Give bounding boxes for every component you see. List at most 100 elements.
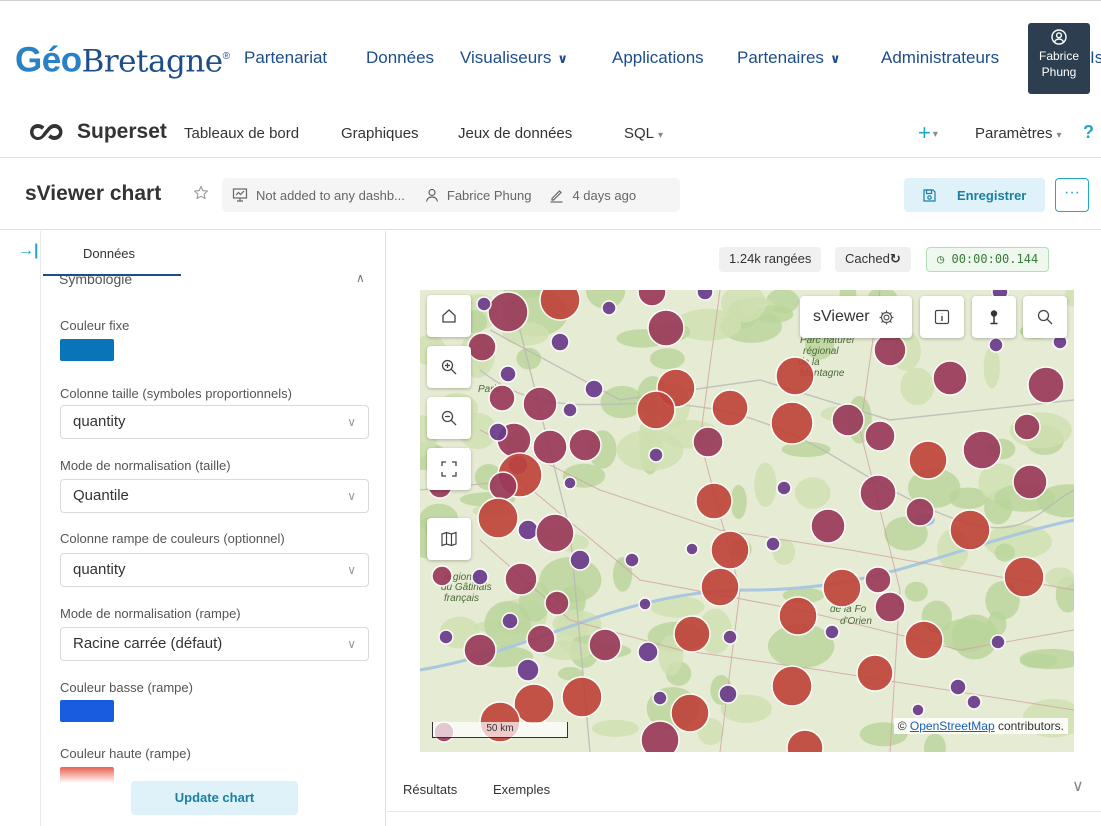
map-search-button[interactable] <box>1023 296 1067 338</box>
map-marker[interactable] <box>438 629 454 645</box>
map-marker[interactable] <box>710 530 750 570</box>
map-marker[interactable] <box>718 684 738 704</box>
map-marker[interactable] <box>949 509 991 551</box>
map-marker[interactable] <box>601 300 617 316</box>
sviewer-settings-button[interactable]: sViewer <box>800 296 912 338</box>
map-marker[interactable] <box>535 513 575 553</box>
map-marker[interactable] <box>988 337 1004 353</box>
map-marker[interactable] <box>561 676 603 718</box>
ramp-column-select[interactable]: quantity ∨ <box>60 553 369 587</box>
map-marker[interactable] <box>569 549 591 571</box>
map-marker[interactable] <box>526 624 556 654</box>
fullscreen-button[interactable] <box>427 448 471 490</box>
map-marker[interactable] <box>532 429 568 465</box>
nav-partenaires[interactable]: Partenaires ∨ <box>737 48 841 68</box>
zoom-out-button[interactable] <box>427 397 471 439</box>
help-icon[interactable]: ? <box>1083 122 1094 143</box>
map-marker[interactable] <box>647 309 685 347</box>
map-marker[interactable] <box>778 596 818 636</box>
map-marker[interactable] <box>471 568 489 586</box>
map-marker[interactable] <box>864 420 896 452</box>
nav-donnees[interactable]: Données <box>366 48 434 68</box>
map-marker[interactable] <box>692 426 724 458</box>
map-marker[interactable] <box>638 597 652 611</box>
map-marker[interactable] <box>949 678 967 696</box>
size-normalisation-select[interactable]: Quantile ∨ <box>60 479 369 513</box>
fixed-color-swatch[interactable] <box>60 339 114 361</box>
menu-sql[interactable]: SQL ▾ <box>624 125 663 142</box>
tab-donnees[interactable]: Données <box>83 246 135 261</box>
map-marker[interactable] <box>1013 413 1041 441</box>
chevron-up-icon[interactable]: ∧ <box>356 271 365 285</box>
map-marker[interactable] <box>822 568 862 608</box>
superset-logo[interactable]: Superset <box>25 120 167 144</box>
map-marker[interactable] <box>696 290 714 301</box>
collapse-panel-icon[interactable]: →| <box>18 242 38 260</box>
map-marker[interactable] <box>488 384 516 412</box>
map-marker[interactable] <box>831 403 865 437</box>
locate-button[interactable] <box>972 296 1016 338</box>
settings-menu[interactable]: Paramètres ▾ <box>975 125 1062 142</box>
update-chart-button[interactable]: Update chart <box>131 781 298 815</box>
geobretagne-logo[interactable]: GéoBretagne® <box>15 37 230 82</box>
map-canvas[interactable]: ReimsParc naturelrégionalde laMontagnePa… <box>420 290 1074 752</box>
map-marker[interactable] <box>932 360 968 396</box>
map-marker[interactable] <box>776 480 792 496</box>
tab-exemples[interactable]: Exemples <box>493 782 550 797</box>
map-marker[interactable] <box>904 620 944 660</box>
map-marker[interactable] <box>1012 464 1048 500</box>
home-button[interactable] <box>427 295 471 337</box>
map-marker[interactable] <box>467 332 497 362</box>
map-marker[interactable] <box>905 497 935 527</box>
map-marker[interactable] <box>770 401 814 445</box>
map-marker[interactable] <box>550 332 570 352</box>
map-marker[interactable] <box>588 628 622 662</box>
nav-partenariat[interactable]: Partenariat <box>244 48 327 68</box>
nav-visualiseurs[interactable]: Visualiseurs ∨ <box>460 48 568 68</box>
map-marker[interactable] <box>722 629 738 645</box>
cached-badge[interactable]: Cached↻ <box>835 247 911 272</box>
map-marker[interactable] <box>670 693 710 733</box>
map-marker[interactable] <box>810 508 846 544</box>
map-marker[interactable] <box>504 562 538 596</box>
map-marker[interactable] <box>501 612 519 630</box>
nav-cut-item[interactable]: Is <box>1090 48 1101 68</box>
map-marker[interactable] <box>711 389 749 427</box>
menu-tableaux-de-bord[interactable]: Tableaux de bord <box>184 125 299 142</box>
map-marker[interactable] <box>431 565 453 587</box>
map-marker[interactable] <box>859 474 897 512</box>
zoom-in-button[interactable] <box>427 346 471 388</box>
osm-link[interactable]: OpenStreetMap <box>910 719 995 733</box>
map-marker[interactable] <box>640 720 680 752</box>
map-marker[interactable] <box>488 471 518 501</box>
new-item-button[interactable]: + ▾ <box>918 120 938 146</box>
high-color-swatch[interactable] <box>60 767 114 783</box>
basemap-button[interactable] <box>427 518 471 560</box>
map-marker[interactable] <box>487 291 529 333</box>
star-icon[interactable] <box>193 185 209 201</box>
nav-applications[interactable]: Applications <box>612 48 704 68</box>
map-marker[interactable] <box>652 690 668 706</box>
save-button[interactable]: Enregistrer <box>904 178 1045 212</box>
more-actions-button[interactable]: ··· <box>1055 178 1089 212</box>
map-marker[interactable] <box>1027 366 1065 404</box>
nav-administrateurs[interactable]: Administrateurs <box>881 48 999 68</box>
map-marker[interactable] <box>874 591 906 623</box>
map-marker[interactable] <box>1003 556 1045 598</box>
map-marker[interactable] <box>648 447 664 463</box>
map-marker[interactable] <box>990 634 1006 650</box>
menu-graphiques[interactable]: Graphiques <box>341 125 419 142</box>
map-marker[interactable] <box>544 590 570 616</box>
size-column-select[interactable]: quantity ∨ <box>60 405 369 439</box>
map-marker[interactable] <box>562 402 578 418</box>
map-marker[interactable] <box>636 390 676 430</box>
ramp-normalisation-select[interactable]: Racine carrée (défaut) ∨ <box>60 627 369 661</box>
map-marker[interactable] <box>463 633 497 667</box>
map-marker[interactable] <box>700 567 740 607</box>
map-marker[interactable] <box>673 615 711 653</box>
map-marker[interactable] <box>476 296 492 312</box>
map-marker[interactable] <box>488 422 508 442</box>
map-marker[interactable] <box>516 658 540 682</box>
menu-jeux-de-donnees[interactable]: Jeux de données <box>458 125 572 142</box>
map-marker[interactable] <box>563 476 577 490</box>
